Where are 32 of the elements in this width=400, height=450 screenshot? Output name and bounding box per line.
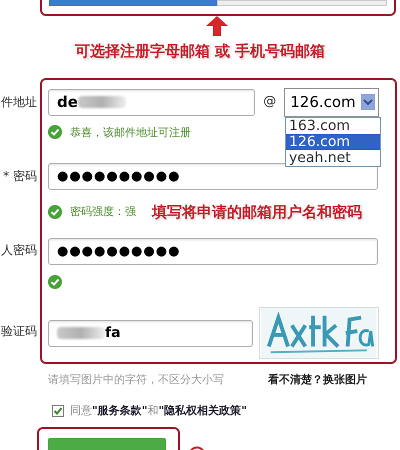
tab[interactable] — [49, 0, 217, 6]
field-label: 人密码 — [1, 242, 37, 259]
blurred-text — [78, 96, 126, 108]
success-message: 恭喜，该邮件地址可注册 — [70, 125, 191, 141]
checkmark-icon — [53, 406, 63, 416]
refresh-captcha-link[interactable]: 看不清楚？换张图片 — [268, 372, 367, 388]
field-value: fa — [105, 324, 121, 342]
strength-message: 密码强度：强 — [70, 204, 136, 220]
annotation-text: 可选择注册字母邮箱 或 手机号码邮箱 — [74, 41, 326, 62]
tab[interactable] — [217, 0, 387, 6]
terms-link[interactable]: "服务条款" — [92, 402, 148, 420]
field-value: de — [57, 92, 78, 113]
confirm-password-field[interactable]: ●●●●●●●●●● — [48, 238, 378, 265]
field-label: 件地址 — [1, 94, 37, 111]
annotation-text: 填写将申请的邮箱用户名和密码 — [152, 202, 362, 223]
captcha-field[interactable]: fa — [48, 320, 254, 346]
agree-checkbox[interactable] — [52, 405, 64, 417]
domain-select[interactable]: 126.com — [284, 88, 379, 116]
up-arrow-icon — [206, 16, 228, 36]
dropdown-option[interactable]: 163.com — [286, 118, 380, 134]
email-field[interactable]: de — [48, 88, 256, 116]
dropdown-option[interactable]: yeah.net — [286, 150, 380, 166]
field-label: * 密码 — [3, 168, 37, 185]
hint-text: 请填写图片中的字符，不区分大小写 — [48, 372, 225, 388]
agree-text: 和 — [147, 402, 158, 419]
chevron-down-icon — [361, 94, 375, 110]
agree-text: 同意 — [70, 402, 92, 419]
privacy-link[interactable]: "隐私权相关政策" — [158, 402, 247, 420]
at-sign: @ — [263, 93, 276, 112]
dropdown-option[interactable]: 126.com — [286, 134, 380, 150]
blurred-text — [57, 327, 105, 339]
field-label: 验证码 — [1, 323, 37, 340]
